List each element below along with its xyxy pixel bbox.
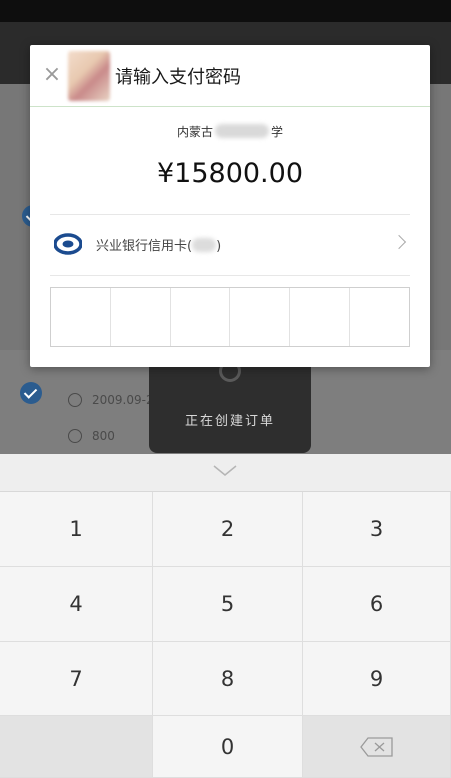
key-7[interactable]: 7 (0, 642, 153, 716)
key-blank (0, 716, 153, 778)
key-8[interactable]: 8 (153, 642, 303, 716)
keypad-header (0, 454, 451, 492)
bank-logo-icon (54, 233, 82, 255)
pin-digit-cell[interactable] (350, 288, 409, 346)
price-text: 800 (68, 429, 115, 443)
pin-digit-cell[interactable] (230, 288, 291, 346)
chevron-down-icon[interactable] (212, 464, 238, 478)
key-5[interactable]: 5 (153, 567, 303, 642)
close-button[interactable]: × (40, 63, 64, 87)
currency-icon (68, 429, 82, 443)
dialog-title: 请输入支付密码 (115, 67, 241, 88)
key-9[interactable]: 9 (303, 642, 451, 716)
backspace-icon (359, 736, 393, 757)
payment-card-selector[interactable]: 兴业银行信用卡() (50, 215, 410, 275)
pin-digit-cell[interactable] (111, 288, 171, 346)
key-3[interactable]: 3 (303, 492, 451, 567)
status-bar (0, 0, 451, 22)
delete-key[interactable] (303, 716, 451, 778)
chevron-right-icon (391, 234, 407, 250)
key-1[interactable]: 1 (0, 492, 153, 567)
redacted-text (192, 238, 217, 252)
card-label: 兴业银行信用卡() (96, 238, 222, 254)
keypad-grid: 1 2 3 4 5 6 7 8 9 0 (0, 492, 451, 778)
divider (50, 275, 410, 276)
key-6[interactable]: 6 (303, 567, 451, 642)
dialog-header: × 请输入支付密码 (30, 45, 430, 107)
toast-text: 正在创建订单 (184, 414, 275, 429)
key-2[interactable]: 2 (153, 492, 303, 567)
clock-icon (68, 393, 82, 407)
check-icon (20, 382, 42, 404)
payment-password-dialog: × 请输入支付密码 内蒙古学 ¥15800.00 兴业银行信用卡() (30, 45, 430, 367)
key-0[interactable]: 0 (153, 716, 303, 778)
avatar (68, 51, 110, 101)
pin-digit-cell[interactable] (290, 288, 351, 346)
pin-digit-cell[interactable] (51, 288, 111, 346)
password-input[interactable] (50, 287, 410, 347)
merchant-name: 内蒙古学 (176, 124, 284, 139)
redacted-text (215, 124, 269, 138)
pin-digit-cell[interactable] (171, 288, 231, 346)
key-4[interactable]: 4 (0, 567, 153, 642)
payment-amount: ¥15800.00 (156, 158, 303, 189)
numeric-keypad: 1 2 3 4 5 6 7 8 9 0 (0, 454, 451, 778)
